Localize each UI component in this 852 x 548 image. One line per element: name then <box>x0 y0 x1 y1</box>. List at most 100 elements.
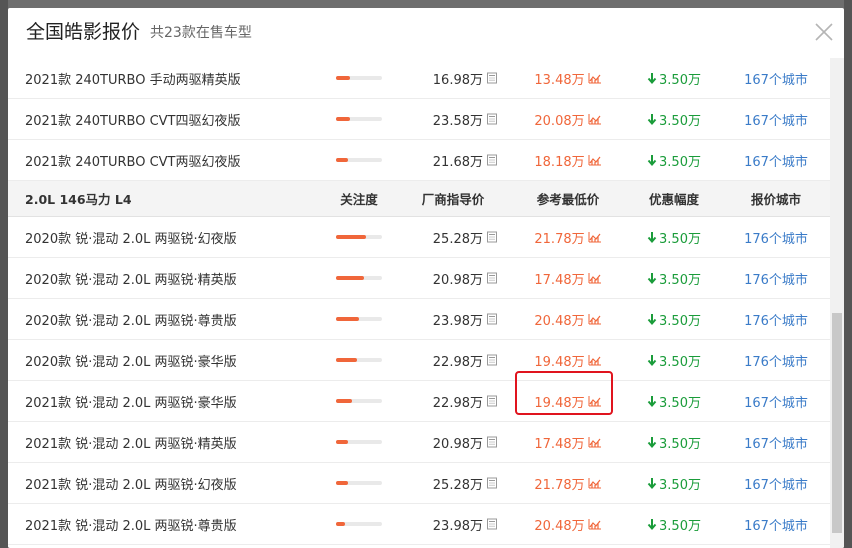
city-count-link[interactable]: 176个城市 <box>744 351 808 370</box>
trend-chart-icon[interactable] <box>588 518 602 530</box>
cities-cell: 176个城市 <box>728 299 824 339</box>
lowest-price-value[interactable]: 18.18万 <box>534 151 584 170</box>
lowest-price-value[interactable]: 21.78万 <box>534 228 584 247</box>
trend-chart-icon[interactable] <box>588 231 602 243</box>
trend-chart-icon[interactable] <box>588 272 602 284</box>
discount-cell: 3.50万 <box>634 140 714 180</box>
model-name[interactable]: 2020款 锐·混动 2.0L 两驱锐·幻夜版 <box>25 217 325 257</box>
discount-cell: 3.50万 <box>634 258 714 298</box>
attention-bar <box>336 481 382 485</box>
calculator-icon[interactable] <box>486 313 498 325</box>
backdrop-right <box>844 0 852 548</box>
lowest-price-value[interactable]: 21.78万 <box>534 474 584 493</box>
arrow-down-icon <box>647 114 657 125</box>
discount-cell: 3.50万 <box>634 463 714 503</box>
attention-bar <box>336 358 382 362</box>
discount-value: 3.50万 <box>647 228 701 247</box>
model-name[interactable]: 2020款 锐·混动 2.0L 两驱锐·精英版 <box>25 258 325 298</box>
attention-bar-fill <box>336 117 350 121</box>
lowest-price-value[interactable]: 19.48万 <box>534 351 584 370</box>
table-row: 2020款 锐·混动 2.0L 两驱锐·尊贵版 23.98万 20.48万 3.50万… <box>8 299 830 340</box>
attention-bar-fill <box>336 317 359 321</box>
trend-chart-icon[interactable] <box>588 395 602 407</box>
model-name[interactable]: 2021款 240TURBO CVT四驱幻夜版 <box>25 99 325 139</box>
trend-chart-icon[interactable] <box>588 354 602 366</box>
attention-bar-fill <box>336 440 348 444</box>
trend-chart-icon[interactable] <box>588 154 602 166</box>
model-name[interactable]: 2021款 240TURBO CVT两驱幻夜版 <box>25 140 325 180</box>
discount-amount: 3.50万 <box>659 72 701 88</box>
trend-chart-icon[interactable] <box>588 113 602 125</box>
calculator-icon[interactable] <box>486 272 498 284</box>
discount-amount: 3.50万 <box>659 154 701 170</box>
attention-bar <box>336 235 382 239</box>
price-list: 2021款 240TURBO 手动两驱精英版 16.98万 13.48万 3.50万 1… <box>8 58 830 548</box>
model-name[interactable]: 2020款 锐·混动 2.0L 两驱锐·豪华版 <box>25 340 325 380</box>
msrp-value: 22.98万 <box>432 354 483 370</box>
trend-chart-icon[interactable] <box>588 436 602 448</box>
lowest-price-value[interactable]: 19.48万 <box>534 392 584 411</box>
lowest-price-cell: 20.48万 <box>513 504 623 544</box>
city-count-link[interactable]: 167个城市 <box>744 110 808 129</box>
calculator-icon[interactable] <box>486 354 498 366</box>
scrollbar-thumb[interactable] <box>832 313 842 533</box>
lowest-price-value[interactable]: 20.48万 <box>534 310 584 329</box>
attention-cell <box>336 381 386 421</box>
arrow-down-icon <box>647 155 657 166</box>
calculator-icon[interactable] <box>486 518 498 530</box>
discount-amount: 3.50万 <box>659 354 701 370</box>
cities-cell: 176个城市 <box>728 340 824 380</box>
attention-bar-fill <box>336 235 366 239</box>
col-cities: 报价城市 <box>750 192 801 207</box>
city-count-link[interactable]: 167个城市 <box>744 515 808 534</box>
calculator-icon[interactable] <box>486 72 498 84</box>
discount-value: 3.50万 <box>647 515 701 534</box>
model-name[interactable]: 2021款 锐·混动 2.0L 两驱锐·精英版 <box>25 422 325 462</box>
city-count-link[interactable]: 176个城市 <box>744 228 808 247</box>
msrp-cell: 23.58万 <box>398 99 498 139</box>
table-row: 2021款 锐·混动 2.0L 两驱锐·豪华版 22.98万 19.48万 3.50万… <box>8 381 830 422</box>
lowest-price-value[interactable]: 20.08万 <box>534 110 584 129</box>
model-name[interactable]: 2021款 锐·混动 2.0L 两驱锐·尊贵版 <box>25 504 325 544</box>
calculator-icon[interactable] <box>486 395 498 407</box>
city-count-link[interactable]: 176个城市 <box>744 310 808 329</box>
col-discount: 优惠幅度 <box>648 192 699 207</box>
model-name[interactable]: 2021款 锐·混动 2.0L 两驱锐·幻夜版 <box>25 463 325 503</box>
model-name[interactable]: 2021款 锐·混动 2.0L 两驱锐·豪华版 <box>25 381 325 421</box>
attention-bar <box>336 117 382 121</box>
msrp-cell: 22.98万 <box>398 381 498 421</box>
lowest-price-value[interactable]: 13.48万 <box>534 69 584 88</box>
table-row: 2020款 锐·混动 2.0L 两驱锐·幻夜版 25.28万 21.78万 3.50万… <box>8 217 830 258</box>
discount-value: 3.50万 <box>647 351 701 370</box>
backdrop-left <box>0 0 8 548</box>
msrp-cell: 25.28万 <box>398 217 498 257</box>
attention-bar <box>336 158 382 162</box>
scrollbar-track[interactable] <box>830 58 844 548</box>
table-row: 2020款 锐·混动 2.0L 两驱锐·豪华版 22.98万 19.48万 3.50万… <box>8 340 830 381</box>
city-count-link[interactable]: 167个城市 <box>744 392 808 411</box>
calculator-icon[interactable] <box>486 231 498 243</box>
close-button[interactable] <box>812 20 836 44</box>
calculator-icon[interactable] <box>486 477 498 489</box>
trend-chart-icon[interactable] <box>588 313 602 325</box>
lowest-price-value[interactable]: 17.48万 <box>534 269 584 288</box>
lowest-price-cell: 21.78万 <box>513 217 623 257</box>
calculator-icon[interactable] <box>486 436 498 448</box>
lowest-price-value[interactable]: 17.48万 <box>534 433 584 452</box>
city-count-link[interactable]: 176个城市 <box>744 269 808 288</box>
msrp-cell: 20.98万 <box>398 258 498 298</box>
model-name[interactable]: 2020款 锐·混动 2.0L 两驱锐·尊贵版 <box>25 299 325 339</box>
city-count-link[interactable]: 167个城市 <box>744 151 808 170</box>
city-count-link[interactable]: 167个城市 <box>744 433 808 452</box>
lowest-price-value[interactable]: 20.48万 <box>534 515 584 534</box>
trend-chart-icon[interactable] <box>588 72 602 84</box>
calculator-icon[interactable] <box>486 154 498 166</box>
cities-cell: 176个城市 <box>728 217 824 257</box>
model-name[interactable]: 2021款 240TURBO 手动两驱精英版 <box>25 58 325 98</box>
city-count-link[interactable]: 167个城市 <box>744 474 808 493</box>
trend-chart-icon[interactable] <box>588 477 602 489</box>
city-count-link[interactable]: 167个城市 <box>744 69 808 88</box>
calculator-icon[interactable] <box>486 113 498 125</box>
attention-bar <box>336 522 382 526</box>
arrow-down-icon <box>647 519 657 530</box>
